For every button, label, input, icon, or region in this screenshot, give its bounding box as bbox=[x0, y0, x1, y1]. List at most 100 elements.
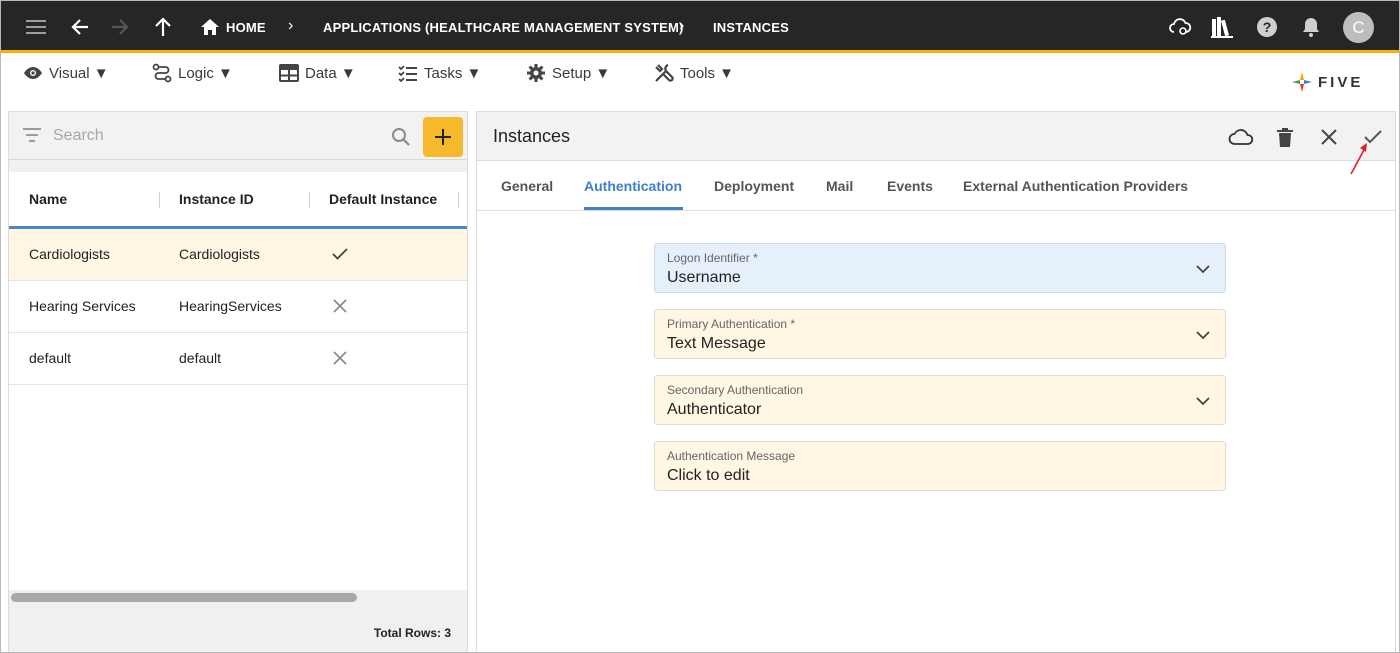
tab-authentication[interactable]: Authentication bbox=[584, 178, 682, 194]
help-icon[interactable]: ? bbox=[1253, 13, 1281, 41]
column-divider[interactable] bbox=[159, 192, 160, 208]
menu-tasks-label: Tasks ▼ bbox=[424, 64, 482, 82]
add-record-button[interactable] bbox=[423, 117, 463, 157]
search-input[interactable] bbox=[53, 126, 373, 146]
hamburger-menu-icon[interactable] bbox=[22, 13, 50, 41]
column-header-instance-id[interactable]: Instance ID bbox=[179, 191, 254, 207]
tools-icon bbox=[655, 63, 674, 82]
primary-authentication-select[interactable]: Primary Authentication * Text Message bbox=[654, 309, 1226, 359]
column-divider[interactable] bbox=[458, 192, 459, 208]
cross-icon bbox=[333, 351, 347, 365]
column-header-name[interactable]: Name bbox=[29, 191, 67, 207]
notifications-bell-icon[interactable] bbox=[1297, 13, 1325, 41]
annotation-arrow-icon bbox=[1350, 143, 1367, 175]
scrollbar-thumb[interactable] bbox=[11, 593, 357, 602]
menu-data-label: Data ▼ bbox=[305, 64, 356, 82]
field-value: Authenticator bbox=[667, 401, 762, 418]
home-icon[interactable] bbox=[196, 13, 224, 41]
cross-icon bbox=[333, 299, 347, 313]
breadcrumb-instances[interactable]: INSTANCES bbox=[713, 20, 789, 35]
chevron-down-icon bbox=[1196, 397, 1210, 406]
table-header: Name Instance ID Default Instance bbox=[9, 172, 467, 229]
field-value: Username bbox=[667, 269, 741, 286]
field-value: Click to edit bbox=[667, 467, 750, 484]
active-tab-indicator bbox=[584, 207, 683, 210]
tab-external-authentication-providers[interactable]: External Authentication Providers bbox=[963, 178, 1188, 194]
back-arrow-icon[interactable] bbox=[66, 13, 94, 41]
plus-icon bbox=[435, 129, 451, 145]
eye-icon bbox=[24, 67, 42, 79]
field-label: Secondary Authentication bbox=[667, 383, 804, 397]
close-icon[interactable] bbox=[1316, 124, 1342, 150]
table-row[interactable]: Hearing Services HearingServices bbox=[9, 281, 467, 333]
tasks-icon bbox=[398, 65, 417, 83]
column-divider[interactable] bbox=[309, 192, 310, 208]
main-menu: Visual ▼ Logic ▼ Data ▼ Tasks ▼ Setup ▼ … bbox=[1, 56, 1399, 92]
gear-icon bbox=[527, 64, 545, 82]
horizontal-scrollbar[interactable] bbox=[9, 590, 467, 604]
cell-name: default bbox=[29, 350, 72, 366]
authentication-message-field[interactable]: Authentication Message Click to edit bbox=[654, 441, 1226, 491]
tab-events[interactable]: Events bbox=[887, 178, 933, 194]
field-label: Primary Authentication * bbox=[667, 317, 796, 331]
chevron-down-icon bbox=[1196, 265, 1210, 274]
cell-instance-id: Cardiologists bbox=[179, 246, 260, 262]
filter-icon[interactable] bbox=[23, 128, 41, 142]
breadcrumb-chevron-icon: › bbox=[679, 17, 685, 34]
menu-data[interactable]: Data ▼ bbox=[279, 62, 356, 84]
form-header: Instances bbox=[477, 112, 1395, 161]
five-logo-text: FIVE bbox=[1318, 73, 1364, 91]
tab-mail[interactable]: Mail bbox=[826, 178, 853, 194]
cell-name: Hearing Services bbox=[29, 298, 136, 314]
menu-setup[interactable]: Setup ▼ bbox=[526, 62, 610, 84]
menu-setup-label: Setup ▼ bbox=[552, 64, 611, 82]
cloud-deploy-icon[interactable] bbox=[1228, 124, 1254, 150]
instance-form-panel: Instances General Authentication Deploym… bbox=[476, 111, 1396, 652]
table-row[interactable]: Cardiologists Cardiologists bbox=[9, 229, 467, 281]
menu-tools[interactable]: Tools ▼ bbox=[654, 62, 734, 84]
field-label: Authentication Message bbox=[667, 449, 796, 463]
table-icon bbox=[279, 64, 299, 82]
logon-identifier-select[interactable]: Logon Identifier * Username bbox=[654, 243, 1226, 293]
breadcrumb-chevron-icon: › bbox=[288, 17, 294, 34]
library-books-icon[interactable] bbox=[1208, 13, 1236, 41]
instances-table: Name Instance ID Default Instance Cardio… bbox=[9, 172, 467, 592]
search-icon[interactable] bbox=[391, 127, 411, 147]
column-header-default-instance[interactable]: Default Instance bbox=[329, 191, 437, 207]
top-bar: HOME › APPLICATIONS (HEALTHCARE MANAGEME… bbox=[1, 1, 1399, 53]
instances-list-panel: Name Instance ID Default Instance Cardio… bbox=[8, 111, 468, 652]
chevron-down-icon bbox=[1196, 331, 1210, 340]
cell-instance-id: default bbox=[179, 350, 222, 366]
cell-instance-id: HearingServices bbox=[179, 298, 282, 314]
cell-name: Cardiologists bbox=[29, 246, 110, 262]
search-bar bbox=[9, 112, 467, 160]
svg-text:?: ? bbox=[1263, 19, 1272, 35]
tab-general[interactable]: General bbox=[501, 178, 553, 194]
tab-deployment[interactable]: Deployment bbox=[714, 178, 794, 194]
user-avatar[interactable]: C bbox=[1343, 12, 1374, 43]
breadcrumb-home[interactable]: HOME bbox=[226, 20, 266, 35]
total-rows-label: Total Rows: 3 bbox=[373, 626, 451, 640]
field-label: Logon Identifier * bbox=[667, 251, 758, 265]
menu-visual[interactable]: Visual ▼ bbox=[23, 62, 109, 84]
secondary-authentication-select[interactable]: Secondary Authentication Authenticator bbox=[654, 375, 1226, 425]
field-value: Text Message bbox=[667, 335, 766, 352]
cloud-settings-icon[interactable] bbox=[1166, 13, 1194, 41]
form-tabs: General Authentication Deployment Mail E… bbox=[477, 161, 1395, 211]
menu-logic[interactable]: Logic ▼ bbox=[152, 62, 233, 84]
up-arrow-icon[interactable] bbox=[149, 13, 177, 41]
menu-tools-label: Tools ▼ bbox=[680, 64, 735, 82]
app-window: HOME › APPLICATIONS (HEALTHCARE MANAGEME… bbox=[0, 0, 1400, 653]
logic-icon bbox=[152, 63, 172, 83]
five-logo-mark-icon bbox=[1292, 72, 1312, 92]
table-row[interactable]: default default bbox=[9, 333, 467, 385]
delete-trash-icon[interactable] bbox=[1272, 124, 1298, 150]
form-title: Instances bbox=[493, 126, 571, 146]
menu-tasks[interactable]: Tasks ▼ bbox=[398, 62, 481, 84]
menu-logic-label: Logic ▼ bbox=[178, 64, 233, 82]
checkmark-icon bbox=[332, 248, 348, 260]
five-logo: FIVE bbox=[1291, 71, 1363, 93]
forward-arrow-icon[interactable] bbox=[106, 13, 134, 41]
breadcrumb-applications[interactable]: APPLICATIONS (HEALTHCARE MANAGEMENT SYST… bbox=[323, 20, 684, 35]
menu-visual-label: Visual ▼ bbox=[49, 64, 109, 82]
